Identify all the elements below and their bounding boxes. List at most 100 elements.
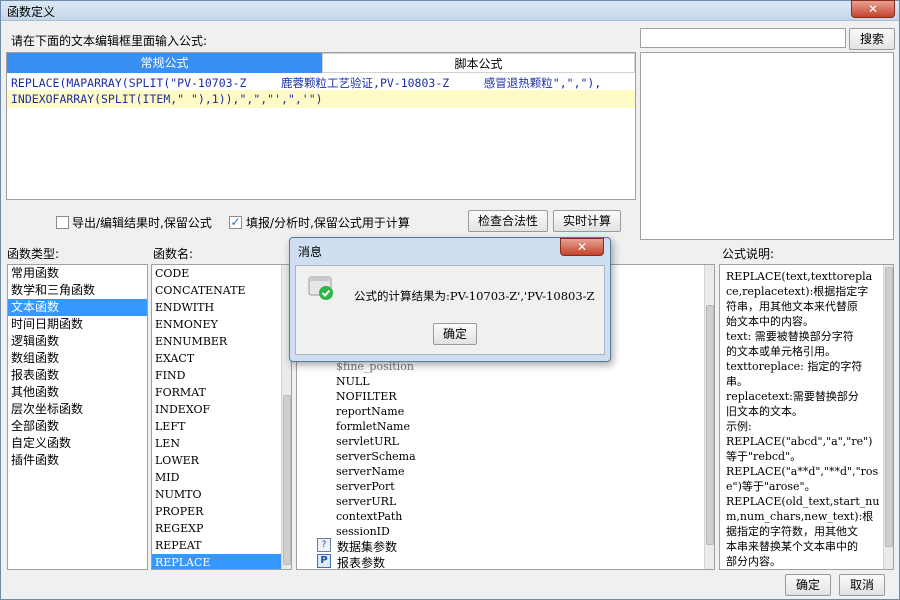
description-line: 部分内容。 bbox=[726, 555, 781, 568]
description-line: texttoreplace: 指定的字符 bbox=[726, 360, 863, 373]
description-header: 公式说明: bbox=[722, 247, 775, 261]
message-dialog-body: 公式的计算结果为:PV-10703-Z','PV-10803-Z 确定 bbox=[295, 265, 605, 355]
tree-item[interactable]: formletName bbox=[336, 420, 410, 433]
function-item[interactable]: FIND bbox=[152, 367, 291, 384]
function-header: 函数名: bbox=[153, 247, 194, 261]
function-item[interactable]: INDEXOF bbox=[152, 401, 291, 418]
success-icon bbox=[308, 274, 336, 302]
function-item[interactable]: EXACT bbox=[152, 350, 291, 367]
realtime-calc-button[interactable]: 实时计算 bbox=[553, 210, 621, 232]
ok-button[interactable]: 确定 bbox=[785, 574, 831, 596]
function-list-scroll-thumb[interactable] bbox=[283, 395, 291, 565]
search-button[interactable]: 搜索 bbox=[849, 28, 895, 50]
description-line: 的文本或单元格引用。 bbox=[726, 345, 836, 358]
description-line: 等于"rebcd"。 bbox=[726, 450, 802, 463]
function-item[interactable]: LEFT bbox=[152, 418, 291, 435]
description-line: REPLACE(text,texttorepla bbox=[726, 270, 873, 283]
tree-group-dataset-params[interactable]: 数据集参数 bbox=[337, 538, 397, 555]
category-item[interactable]: 常用函数 bbox=[8, 265, 147, 282]
tree-item[interactable]: sessionID bbox=[336, 525, 390, 538]
tree-item[interactable]: NOFILTER bbox=[336, 390, 397, 403]
message-dialog-close-button[interactable]: ✕ bbox=[560, 238, 604, 256]
message-ok-button[interactable]: 确定 bbox=[433, 323, 477, 345]
tree-item[interactable]: servletURL bbox=[336, 435, 399, 448]
category-item[interactable]: 插件函数 bbox=[8, 452, 147, 469]
description-line: e")等于"arose"。 bbox=[726, 480, 816, 493]
tree-item[interactable]: serverURL bbox=[336, 495, 396, 508]
keep-on-fill-checkbox[interactable]: ✓ bbox=[229, 216, 242, 229]
category-item[interactable]: 时间日期函数 bbox=[8, 316, 147, 333]
function-item[interactable]: LOWER bbox=[152, 452, 291, 469]
editor-prompt: 请在下面的文本编辑框里面输入公式: bbox=[11, 34, 208, 48]
function-item[interactable]: PROPER bbox=[152, 503, 291, 520]
category-item[interactable]: 逻辑函数 bbox=[8, 333, 147, 350]
message-dialog: 消息 ✕ 公式的计算结果为:PV-10703-Z','PV-10803-Z 确定 bbox=[289, 237, 611, 362]
description-line: 串。 bbox=[726, 375, 748, 388]
description-scroll-thumb[interactable] bbox=[885, 267, 893, 547]
tree-group-report-params[interactable]: 报表参数 bbox=[337, 554, 385, 571]
category-item[interactable]: 数学和三角函数 bbox=[8, 282, 147, 299]
description-line: 据指定的字符数，用其他文 bbox=[726, 525, 858, 538]
search-input[interactable] bbox=[640, 28, 846, 48]
category-list: 常用函数 数学和三角函数 文本函数 时间日期函数 逻辑函数 数组函数 报表函数 … bbox=[7, 264, 148, 570]
category-item-selected[interactable]: 文本函数 bbox=[8, 299, 147, 316]
category-item[interactable]: 自定义函数 bbox=[8, 435, 147, 452]
description-scrollbar[interactable] bbox=[883, 265, 893, 569]
category-header: 函数类型: bbox=[7, 247, 60, 261]
description-line: 始文本中的内容。 bbox=[726, 315, 814, 328]
function-item[interactable]: CODE bbox=[152, 265, 291, 282]
dataset-param-icon: ? bbox=[317, 538, 331, 552]
category-item[interactable]: 报表函数 bbox=[8, 367, 147, 384]
cancel-button[interactable]: 取消 bbox=[839, 574, 885, 596]
function-item[interactable]: FORMAT bbox=[152, 384, 291, 401]
keep-on-export-label: 导出/编辑结果时,保留公式 bbox=[72, 216, 212, 230]
window-title: 函数定义 bbox=[7, 5, 56, 19]
function-item[interactable]: LEN bbox=[152, 435, 291, 452]
description-line: 旧文本的文本。 bbox=[726, 405, 803, 418]
tree-item[interactable]: serverName bbox=[336, 465, 405, 478]
function-item[interactable]: ENDWITH bbox=[152, 299, 291, 316]
function-item[interactable]: ENMONEY bbox=[152, 316, 291, 333]
parameter-tree-scrollbar[interactable] bbox=[704, 265, 714, 569]
description-line: m,num_chars,new_text):根 bbox=[726, 510, 874, 523]
description-line: REPLACE(old_text,start_nu bbox=[726, 495, 880, 508]
tree-item[interactable]: NULL bbox=[336, 375, 370, 388]
category-item[interactable]: 层次坐标函数 bbox=[8, 401, 147, 418]
window-close-button[interactable]: ✕ bbox=[851, 0, 895, 18]
category-item[interactable]: 全部函数 bbox=[8, 418, 147, 435]
function-item[interactable]: REPEAT bbox=[152, 537, 291, 554]
tab-script-formula[interactable]: 脚本公式 bbox=[322, 53, 635, 73]
function-item[interactable]: CONCATENATE bbox=[152, 282, 291, 299]
description-line: replacetext:需要替换部分 bbox=[726, 390, 859, 403]
function-list: CODE CONCATENATE ENDWITH ENMONEY ENNUMBE… bbox=[151, 264, 292, 570]
description-panel: REPLACE(text,texttorepla ce,replacetext)… bbox=[719, 264, 894, 570]
report-param-icon: P bbox=[317, 554, 331, 568]
function-item[interactable]: ENNUMBER bbox=[152, 333, 291, 350]
function-item-selected[interactable]: REPLACE bbox=[152, 554, 291, 569]
message-text: 公式的计算结果为:PV-10703-Z','PV-10803-Z bbox=[354, 289, 595, 303]
category-item[interactable]: 数组函数 bbox=[8, 350, 147, 367]
description-line: 符串，用其他文本来代替原 bbox=[726, 300, 858, 313]
category-item[interactable]: 其他函数 bbox=[8, 384, 147, 401]
parameter-tree-scroll-thumb[interactable] bbox=[706, 305, 714, 545]
message-dialog-title: 消息 bbox=[298, 245, 323, 259]
tree-item[interactable]: serverPort bbox=[336, 480, 395, 493]
function-item[interactable]: REGEXP bbox=[152, 520, 291, 537]
description-line: text: 需要被替换部分字符 bbox=[726, 330, 854, 343]
description-text: REPLACE(text,texttorepla ce,replacetext)… bbox=[726, 269, 880, 569]
tree-item[interactable]: reportName bbox=[336, 405, 404, 418]
keep-on-export-checkbox[interactable] bbox=[56, 216, 69, 229]
tab-normal-formula[interactable]: 常规公式 bbox=[7, 53, 322, 73]
tree-item[interactable]: contextPath bbox=[336, 510, 402, 523]
title-bar: 函数定义 ✕ bbox=[1, 0, 899, 21]
description-line: 示例: bbox=[726, 420, 752, 433]
keep-on-fill-label: 填报/分析时,保留公式用于计算 bbox=[246, 216, 410, 230]
tree-item[interactable]: serverSchema bbox=[336, 450, 416, 463]
function-item[interactable]: MID bbox=[152, 469, 291, 486]
formula-editor[interactable]: 常规公式 脚本公式 REPLACE(MAPARRAY(SPLIT("PV-107… bbox=[6, 52, 636, 200]
function-item[interactable]: NUMTO bbox=[152, 486, 291, 503]
check-validity-button[interactable]: 检查合法性 bbox=[468, 210, 548, 232]
formula-line-1: REPLACE(MAPARRAY(SPLIT("PV-10703-Z 鹿蓉颗粒工… bbox=[11, 76, 602, 90]
formula-line-2: INDEXOFARRAY(SPLIT(ITEM," "),1)),",","',… bbox=[11, 92, 323, 106]
search-results-panel bbox=[640, 52, 894, 240]
